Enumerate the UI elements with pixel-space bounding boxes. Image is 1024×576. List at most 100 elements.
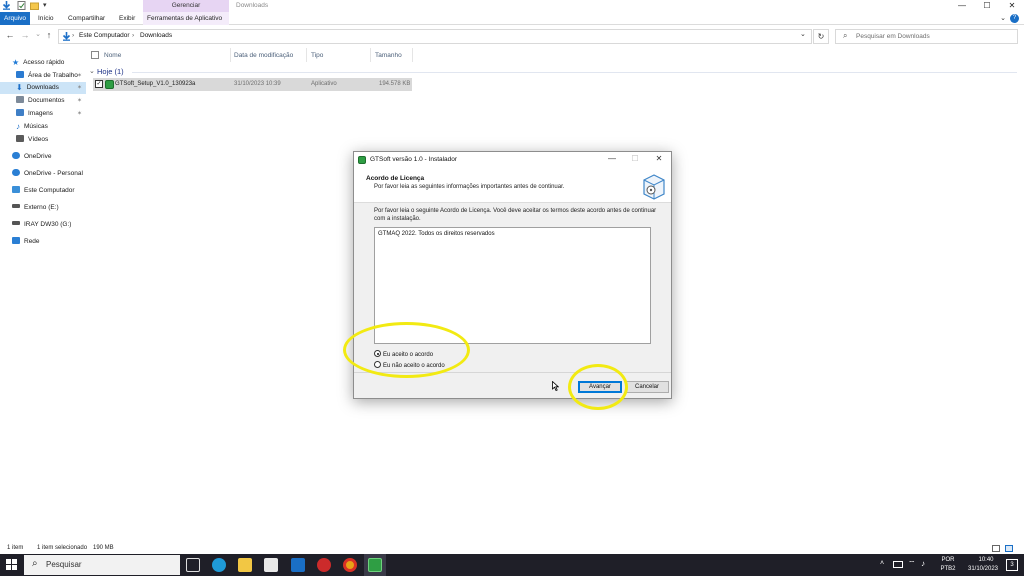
language-indicator[interactable]: POR [938,557,958,563]
nav-rede[interactable]: Rede [12,236,86,248]
nav-onedrive-personal[interactable]: OneDrive - Personal [12,168,86,180]
taskbar-search-placeholder: Pesquisar [46,560,82,569]
tab-arquivo[interactable]: Arquivo [0,12,31,25]
cancel-button[interactable]: Cancelar [625,381,669,393]
keyboard-layout[interactable]: PTB2 [938,566,958,572]
taskbar-search-input[interactable]: ⌕ Pesquisar [24,555,180,575]
nav-label: Área de Trabalho [28,72,78,79]
qat-dropdown-icon[interactable]: ▾ [43,1,52,10]
pin-icon: ✶ [76,98,82,104]
pin-icon: ✶ [76,85,82,91]
app-icon [105,80,114,89]
nav-videos[interactable]: Vídeos [16,134,86,146]
documents-icon [16,96,24,103]
column-tamanho[interactable]: Tamanho [375,50,402,62]
column-nome[interactable]: Nome [104,50,121,62]
store-icon[interactable] [264,558,278,572]
tab-compartilhar[interactable]: Compartilhar [64,12,109,25]
chrome-icon[interactable] [343,558,357,572]
dialog-intro-text: Por favor leia o seguinte Acordo de Lice… [374,208,657,222]
tab-exibir[interactable]: Exibir [115,12,139,25]
nav-area-de-trabalho[interactable]: Área de Trabalho ✶ [16,70,86,82]
nav-onedrive[interactable]: OneDrive [12,151,86,163]
search-input[interactable]: ⌕ Pesquisar em Downloads [835,29,1018,44]
window-title: Downloads [236,2,269,9]
column-divider[interactable] [306,48,307,62]
cloud-icon [12,169,20,176]
context-group-label: Gerenciar [143,0,229,12]
dialog-title-bar: GTSoft versão 1.0 - Instalador — ☐ ✕ [354,152,671,169]
up-button[interactable]: ↑ [44,30,54,40]
large-icons-view-icon[interactable] [1005,545,1013,552]
nav-este-computador[interactable]: Este Computador [12,185,86,197]
ribbon-tabs: Arquivo Início Compartilhar Exibir Ferra… [0,12,1024,25]
network-icon [12,237,20,244]
collapse-chevron-icon[interactable]: ⌄ [89,67,95,75]
file-modified: 31/10/2023 10:39 [234,81,281,87]
download-folder-icon[interactable] [2,1,11,10]
setup-box-icon [641,172,667,200]
tab-inicio[interactable]: Início [34,12,58,25]
volume-icon[interactable]: ♪ [921,559,925,568]
highlight-ellipse-next [568,364,628,410]
tray-overflow-icon[interactable]: ˄ [880,560,884,567]
pin-icon: ✶ [76,73,82,79]
refresh-button[interactable]: ↻ [813,29,829,44]
mail-icon[interactable] [291,558,305,572]
nav-iray[interactable]: IRAY DW30 (G:) [12,219,86,231]
task-view-icon[interactable] [186,558,200,572]
help-icon[interactable]: ? [1010,14,1019,23]
column-divider[interactable] [412,48,413,62]
media-icon[interactable] [317,558,331,572]
forward-button[interactable]: → [20,30,30,40]
breadcrumb-este-computador[interactable]: Este Computador [79,32,130,39]
properties-icon[interactable] [17,1,26,10]
tab-ferramentas-aplicativo[interactable]: Ferramentas de Aplicativo [143,12,229,25]
column-divider[interactable] [230,48,231,62]
nav-downloads[interactable]: ⬇ Downloads ✶ [0,82,86,94]
breadcrumb-downloads[interactable]: Downloads [140,32,172,39]
back-button[interactable]: ← [5,30,15,40]
nav-imagens[interactable]: Imagens ✶ [16,108,86,120]
new-folder-icon[interactable] [30,1,39,10]
dialog-minimize-button[interactable]: — [605,154,619,163]
nav-externo[interactable]: Externo (E:) [12,202,86,214]
column-data-modificacao[interactable]: Data de modificação [234,50,293,62]
navigation-pane: ★ Acesso rápido Área de Trabalho ✶ ⬇ Downl… [0,56,86,256]
computer-icon [12,186,20,193]
file-row[interactable]: ✓ GTSoft_Setup_V1.0_130923a 31/10/2023 1… [93,78,412,91]
star-icon: ★ [12,58,20,67]
clock-time[interactable]: 10:40 [966,557,1006,563]
installer-taskbar-icon[interactable] [368,558,382,572]
nav-label: Downloads [26,84,59,91]
column-tipo[interactable]: Tipo [311,50,323,62]
close-button[interactable]: ✕ [1000,0,1024,12]
battery-icon[interactable] [893,561,903,568]
notifications-icon[interactable]: 3 [1006,559,1018,571]
windows-start-icon[interactable] [6,559,17,570]
maximize-button[interactable]: ☐ [975,0,999,12]
network-tray-icon[interactable]: ⌔ [908,559,916,569]
dialog-close-button[interactable]: ✕ [652,154,666,163]
file-row-checkbox[interactable]: ✓ [95,80,103,88]
clock-date[interactable]: 31/10/2023 [960,566,1006,572]
edge-icon[interactable] [212,558,226,572]
details-view-icon[interactable] [992,545,1000,552]
desktop-icon [16,71,24,78]
nav-musicas[interactable]: ♪ Músicas [16,121,86,133]
nav-documentos[interactable]: Documentos ✶ [16,95,86,107]
column-divider[interactable] [370,48,371,62]
address-dropdown-icon[interactable]: ⌄ [800,30,806,38]
file-size: 194.578 KB [379,81,411,87]
ribbon-expand-icon[interactable]: ⌄ [1000,14,1006,22]
nav-label: OneDrive [24,153,52,160]
nav-acesso-rapido[interactable]: ★ Acesso rápido [12,57,86,69]
video-icon [16,135,24,142]
mouse-cursor-icon [552,380,560,393]
group-header[interactable]: Hoje (1) [97,67,124,76]
select-all-checkbox[interactable] [91,51,99,59]
recent-locations-icon[interactable]: ⌄ [33,30,43,38]
file-explorer-icon[interactable] [238,558,252,572]
minimize-button[interactable]: — [950,0,974,12]
address-bar[interactable]: › Este Computador › Downloads [58,29,812,44]
